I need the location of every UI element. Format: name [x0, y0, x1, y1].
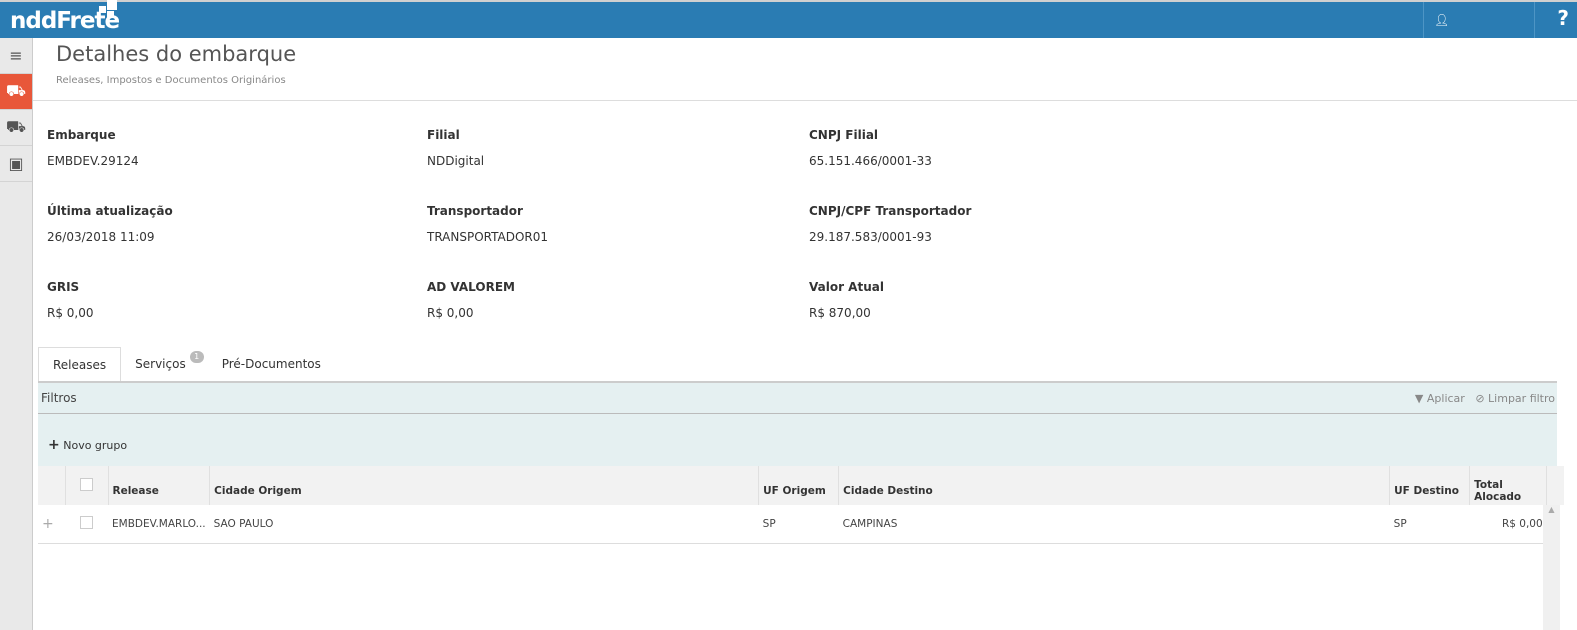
col-total-alocado[interactable]: Total Alocado [1469, 466, 1547, 505]
field-7: AD VALOREM R$ 0,00 [427, 280, 515, 320]
cell-release: EMBDEV.MARLO... [108, 505, 210, 544]
col-uf-origem[interactable]: UF Origem [758, 466, 839, 505]
field-8: Valor Atual R$ 870,00 [809, 280, 884, 320]
divider [33, 100, 1577, 101]
field-label: CNPJ Filial [809, 128, 879, 142]
user-icon: 👤︎ [1434, 13, 1450, 27]
field-label: Filial [427, 128, 460, 142]
logo[interactable]: nddFrete [10, 0, 120, 34]
scrollbar[interactable]: ▲ [1543, 505, 1560, 630]
count-badge: 1 [189, 351, 204, 363]
field-6: GRIS R$ 0,00 [47, 280, 94, 320]
top-bar: nddFrete 👤︎ Transportador ⌄ ? [0, 0, 1577, 98]
expand-icon[interactable]: + [38, 505, 65, 544]
field-value: R$ 0,00 [47, 306, 94, 320]
menu-icon[interactable]: ≡ [0, 38, 32, 74]
field-label: Transportador [427, 204, 523, 218]
releases-table: Release Cidade Origem UF Origem Cidade D… [38, 466, 1564, 544]
col-cidade-origem[interactable]: Cidade Origem [209, 466, 759, 505]
filter-icon: ▼ [1414, 392, 1424, 405]
field-label: CNPJ/CPF Transportador [809, 204, 972, 218]
field-5: CNPJ/CPF Transportador 29.187.583/0001-93 [809, 204, 971, 244]
field-3: Última atualização 26/03/2018 11:09 [47, 204, 173, 244]
field-1: Filial NDDigital [427, 128, 484, 168]
field-label: AD VALOREM [427, 280, 515, 294]
money-icon[interactable]: ▣ [0, 146, 32, 182]
sidebar: ≡ ⛟ ⛟ ▣ [0, 38, 33, 630]
clear-filter-button[interactable]: ⊘ Limpar filtro [1475, 392, 1555, 405]
field-label: Valor Atual [809, 280, 884, 294]
select-all[interactable] [64, 466, 108, 505]
table-row[interactable]: + EMBDEV.MARLO... SAO PAULO SP CAMPINAS … [38, 505, 1564, 544]
filters-panel: Filtros ▼ Aplicar ⊘ Limpar filtro + Novo… [38, 381, 1557, 466]
delivery-truck-icon[interactable]: ⛟ [0, 110, 32, 146]
truck-icon[interactable]: ⛟ [0, 74, 32, 110]
tab-pre-documentos[interactable]: Pré-Documentos [208, 347, 335, 382]
field-value: EMBDEV.29124 [47, 154, 139, 168]
field-value: 65.151.466/0001-33 [809, 154, 932, 168]
apply-filter-button[interactable]: ▼ Aplicar [1415, 392, 1465, 405]
col-uf-destino[interactable]: UF Destino [1389, 466, 1470, 505]
field-0: Embarque EMBDEV.29124 [47, 128, 139, 168]
filters-title: Filtros [41, 391, 77, 405]
col-release[interactable]: Release [107, 466, 210, 505]
scroll-col [1546, 466, 1564, 505]
expand-col [38, 466, 65, 505]
tab-releases[interactable]: Releases [38, 347, 122, 382]
divider [38, 413, 1557, 414]
help-button[interactable]: ? [1557, 6, 1569, 30]
cell-total-alocado: R$ 0,00 [1469, 505, 1547, 544]
tabs: Releases Serviços 1 Pré-Documentos [38, 347, 335, 382]
table-header: Release Cidade Origem UF Origem Cidade D… [38, 466, 1564, 505]
field-value: TRANSPORTADOR01 [427, 230, 549, 244]
field-value: R$ 0,00 [427, 306, 474, 320]
field-value: NDDigital [427, 154, 485, 168]
field-value: 29.187.583/0001-93 [809, 230, 932, 244]
user-name: Transportador [1434, 49, 1518, 63]
select-all-checkbox[interactable] [80, 477, 93, 491]
page-subtitle: Releases, Impostos e Documentos Originár… [56, 75, 286, 86]
cell-uf-destino: SP [1389, 505, 1470, 544]
col-cidade-destino[interactable]: Cidade Destino [838, 466, 1390, 505]
field-label: GRIS [47, 280, 80, 294]
plus-icon: + [48, 437, 60, 453]
field-2: CNPJ Filial 65.151.466/0001-33 [809, 128, 932, 168]
chevron-down-icon: ⌄ [1434, 89, 1441, 98]
row-checkbox[interactable] [80, 515, 93, 529]
ban-icon: ⊘ [1475, 392, 1485, 405]
cell-cidade-destino: CAMPINAS [838, 505, 1390, 544]
field-value: 26/03/2018 11:09 [47, 230, 155, 244]
field-label: Última atualização [47, 204, 173, 218]
field-label: Embarque [47, 128, 116, 142]
field-4: Transportador TRANSPORTADOR01 [427, 204, 548, 244]
new-group-button[interactable]: + Novo grupo [48, 437, 127, 453]
cell-cidade-origem: SAO PAULO [209, 505, 759, 544]
field-value: R$ 870,00 [809, 306, 871, 320]
user-menu[interactable]: 👤︎ Transportador ⌄ [1423, 2, 1535, 98]
page-title: Detalhes do embarque [56, 42, 297, 66]
tab-servicos[interactable]: Serviços 1 [121, 347, 208, 382]
cell-uf-origem: SP [758, 505, 839, 544]
